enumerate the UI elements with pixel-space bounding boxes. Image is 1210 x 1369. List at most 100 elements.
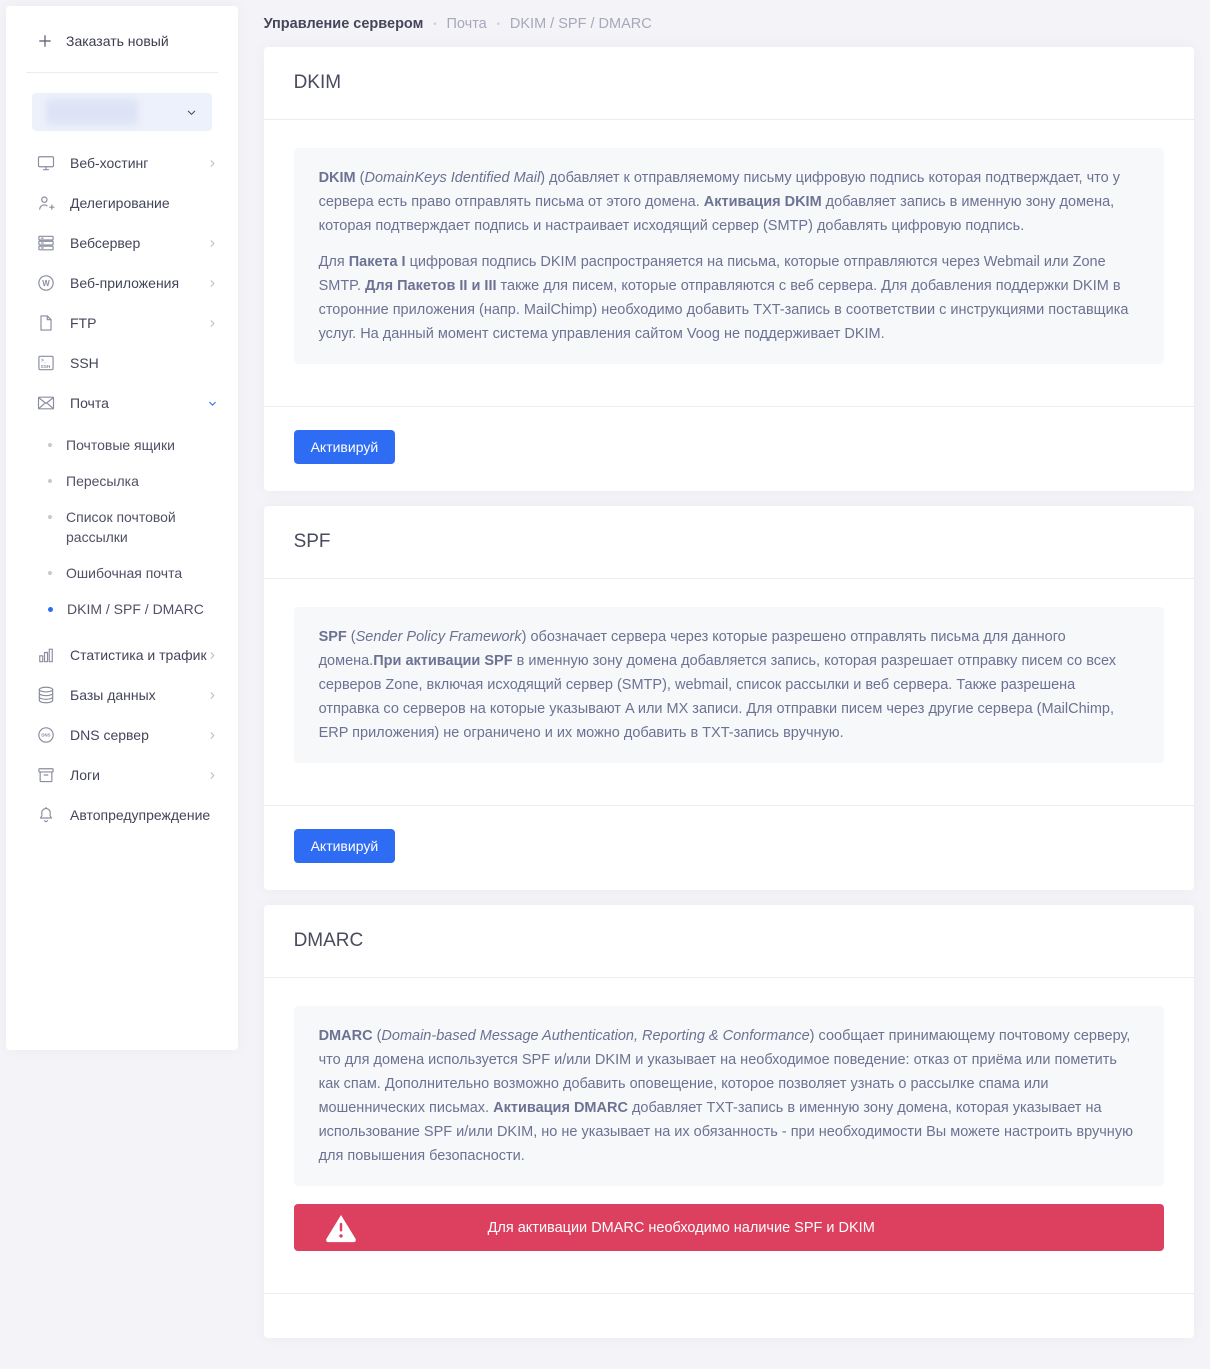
text-run: DMARC	[319, 1028, 373, 1044]
sidebar-item-ssh[interactable]: >_SSH SSH	[6, 343, 238, 383]
dkim-card-footer: Активируй	[264, 406, 1194, 491]
dmarc-card-footer	[264, 1293, 1194, 1338]
bullet-dot	[48, 443, 52, 447]
sidebar-item-label: Делегирование	[70, 195, 170, 211]
dkim-card-body: DKIM (DomainKeys Identified Mail) добавл…	[264, 120, 1194, 406]
dkim-description-box: DKIM (DomainKeys Identified Mail) добавл…	[294, 148, 1164, 364]
text-run: Для Пакетов II и III	[365, 278, 496, 294]
text-run: (	[347, 629, 356, 645]
sidebar-item-web-hosting[interactable]: Веб-хостинг	[6, 143, 238, 183]
sidebar-item-label: Автопредупреждение	[70, 807, 210, 823]
sidebar-item-label: DNS сервер	[70, 727, 149, 743]
dmarc-card-header: DMARC	[264, 905, 1194, 978]
sidebar-item-label: Вебсервер	[70, 235, 140, 251]
bullet-dot	[48, 571, 52, 575]
file-icon	[36, 313, 56, 333]
spf-card-title: SPF	[294, 531, 1164, 553]
dmarc-card-title: DMARC	[294, 930, 1164, 952]
chevron-right-icon	[207, 318, 218, 329]
sidebar-subitem-forwarding[interactable]: Пересылка	[6, 463, 238, 499]
chevron-down-icon	[185, 106, 198, 119]
text-run: SPF	[319, 629, 347, 645]
spf-card-body: SPF (Sender Policy Framework) обозначает…	[264, 579, 1194, 805]
sidebar-item-logs[interactable]: Логи	[6, 755, 238, 795]
sidebar-item-label: Веб-приложения	[70, 275, 179, 291]
breadcrumb-item-mail[interactable]: Почта	[446, 16, 486, 32]
bullet-dot	[48, 515, 52, 519]
sidebar-item-webserver[interactable]: Вебсервер	[6, 223, 238, 263]
sidebar-subitem-mailboxes[interactable]: Почтовые ящики	[6, 427, 238, 463]
domain-select-redacted-value	[46, 99, 138, 125]
server-icon	[36, 233, 56, 253]
monitor-icon	[36, 153, 56, 173]
bullet-dot-active	[48, 607, 53, 612]
sidebar-divider	[26, 72, 218, 73]
sidebar-subitem-error-mail[interactable]: Ошибочная почта	[6, 555, 238, 591]
chevron-right-icon	[207, 238, 218, 249]
sidebar-item-mail[interactable]: Почта	[6, 383, 238, 423]
dmarc-description-box: DMARC (Domain-based Message Authenticati…	[294, 1006, 1164, 1186]
database-icon	[36, 685, 56, 705]
sidebar-subitem-dkim-spf-dmarc[interactable]: DKIM / SPF / DMARC	[6, 591, 238, 627]
sidebar-item-label: Базы данных	[70, 687, 156, 703]
svg-text:DNS: DNS	[41, 733, 50, 738]
text-run: При активации SPF	[373, 653, 512, 669]
dmarc-paragraph-1: DMARC (Domain-based Message Authenticati…	[319, 1024, 1139, 1168]
text-run: Активация DKIM	[704, 194, 822, 210]
sidebar-item-web-apps[interactable]: W Веб-приложения	[6, 263, 238, 303]
spf-card-header: SPF	[264, 506, 1194, 579]
spf-paragraph-1: SPF (Sender Policy Framework) обозначает…	[319, 625, 1139, 745]
sidebar: Заказать новый Веб-хостинг Делегирование…	[6, 6, 238, 1050]
dmarc-alert: Для активации DMARC необходимо наличие S…	[294, 1204, 1164, 1251]
sidebar-item-label: Веб-хостинг	[70, 155, 148, 171]
sidebar-item-statistics[interactable]: Статистика и трафик	[6, 635, 238, 675]
chevron-right-icon	[207, 730, 218, 741]
breadcrumb-separator: •	[433, 20, 436, 29]
sidebar-item-dns[interactable]: DNS DNS сервер	[6, 715, 238, 755]
dmarc-card: DMARC DMARC (Domain-based Message Authen…	[264, 905, 1194, 1338]
chevron-right-icon	[207, 650, 218, 661]
user-plus-icon	[36, 193, 56, 213]
text-run: Domain-based Message Authentication, Rep…	[381, 1028, 809, 1044]
archive-icon	[36, 765, 56, 785]
dkim-paragraph-1: DKIM (DomainKeys Identified Mail) добавл…	[319, 166, 1139, 238]
sidebar-subitem-label: Пересылка	[66, 471, 139, 491]
breadcrumb-item-server-management[interactable]: Управление сервером	[264, 16, 424, 32]
text-run: Для	[319, 254, 349, 270]
main-content: Управление сервером • Почта • DKIM / SPF…	[264, 6, 1194, 1353]
order-new-button[interactable]: Заказать новый	[6, 6, 238, 72]
page: Заказать новый Веб-хостинг Делегирование…	[0, 0, 1210, 1369]
plus-icon	[36, 32, 54, 50]
sidebar-subitem-label: DKIM / SPF / DMARC	[67, 599, 204, 619]
dkim-paragraph-2: Для Пакета I цифровая подпись DKIM распр…	[319, 250, 1139, 346]
chevron-right-icon	[207, 770, 218, 781]
dkim-card-title: DKIM	[294, 72, 1164, 94]
warning-icon	[324, 1213, 358, 1243]
bar-chart-icon	[36, 645, 56, 665]
sidebar-subitem-label: Список почтовой рассылки	[66, 507, 206, 547]
text-run: (	[356, 170, 365, 186]
activate-spf-button[interactable]: Активируй	[294, 829, 396, 863]
wordpress-icon: W	[36, 273, 56, 293]
domain-select[interactable]	[32, 93, 212, 131]
mail-submenu: Почтовые ящики Пересылка Список почтовой…	[6, 423, 238, 635]
dkim-card: DKIM DKIM (DomainKeys Identified Mail) д…	[264, 47, 1194, 491]
sidebar-item-autowarning[interactable]: Автопредупреждение	[6, 795, 238, 835]
order-new-label: Заказать новый	[66, 33, 169, 49]
sidebar-item-delegation[interactable]: Делегирование	[6, 183, 238, 223]
ssh-icon: >_SSH	[36, 353, 56, 373]
sidebar-item-databases[interactable]: Базы данных	[6, 675, 238, 715]
activate-dkim-button[interactable]: Активируй	[294, 430, 396, 464]
svg-text:W: W	[42, 279, 50, 288]
sidebar-item-label: Логи	[70, 767, 100, 783]
sidebar-item-ftp[interactable]: FTP	[6, 303, 238, 343]
chevron-right-icon	[207, 278, 218, 289]
dns-icon: DNS	[36, 725, 56, 745]
svg-text:SSH: SSH	[41, 364, 51, 369]
sidebar-item-label: SSH	[70, 355, 99, 371]
text-run: DKIM	[319, 170, 356, 186]
sidebar-subitem-mailing-list[interactable]: Список почтовой рассылки	[6, 499, 238, 555]
dkim-card-header: DKIM	[264, 47, 1194, 120]
spf-card-footer: Активируй	[264, 805, 1194, 890]
breadcrumb-separator: •	[497, 20, 500, 29]
